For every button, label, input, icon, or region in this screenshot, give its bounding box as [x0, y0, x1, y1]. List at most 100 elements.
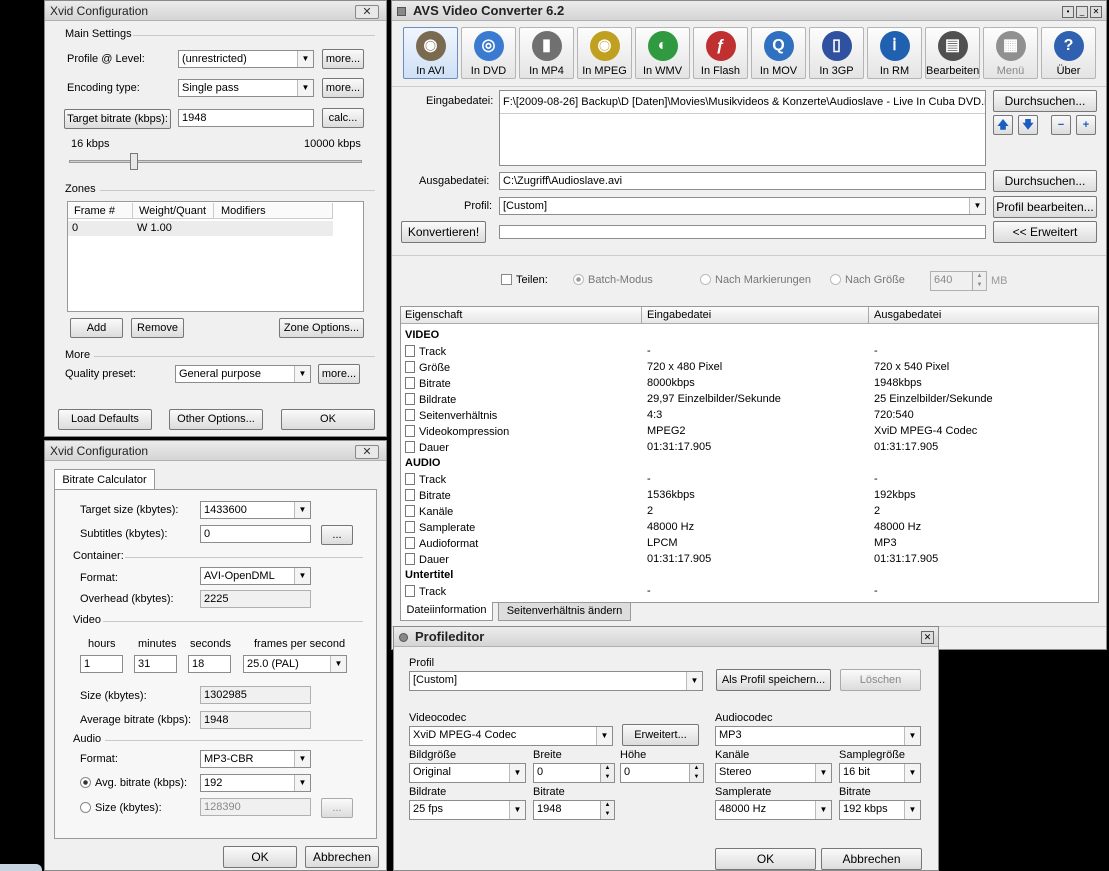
zone-options-button[interactable]: Zone Options...	[279, 318, 364, 338]
table-row[interactable]: Videokompression MPEG2 XviD MPEG-4 Codec	[401, 423, 1098, 439]
edit-profile-button[interactable]: Profil bearbeiten...	[993, 196, 1097, 218]
move-down-button[interactable]: 🡇	[1018, 115, 1038, 135]
table-row[interactable]: Audioformat LPCM MP3	[401, 535, 1098, 551]
tab-bitrate-calculator[interactable]: Bitrate Calculator	[54, 469, 155, 490]
tool--ber-button[interactable]: ? Über	[1041, 27, 1096, 79]
remove-file-button[interactable]: −	[1051, 115, 1071, 135]
fps-select[interactable]: 25.0 (PAL) ▼	[243, 655, 347, 673]
add-zone-button[interactable]: Add	[70, 318, 123, 338]
quality-preset-select[interactable]: General purpose ▼	[175, 365, 311, 383]
videocodec-select[interactable]: XviD MPEG-4 Codec ▼	[409, 726, 613, 746]
table-row[interactable]: Bitrate 8000kbps 1948kbps	[401, 375, 1098, 391]
zones-table[interactable]: Frame # Weight/Quant Modifiers 0 W 1.00	[67, 201, 364, 312]
save-profile-button[interactable]: Als Profil speichern...	[716, 669, 831, 691]
split-checkbox[interactable]: Teilen:	[501, 274, 548, 287]
ok-button[interactable]: OK	[223, 846, 297, 868]
tool-in-mpeg-button[interactable]: ◉ In MPEG	[577, 27, 632, 79]
menu-button[interactable]: •	[1062, 6, 1074, 18]
ok-button[interactable]: OK	[281, 409, 375, 430]
container-format-select[interactable]: AVI-OpenDML ▼	[200, 567, 311, 585]
tool-in-avi-button[interactable]: ◉ In AVI	[403, 27, 458, 79]
cancel-button[interactable]: Abbrechen	[821, 848, 922, 870]
table-row[interactable]: Track - -	[401, 343, 1098, 359]
subtitles-browse-button[interactable]: ...	[321, 525, 353, 545]
sample-size-select[interactable]: 16 bit ▼	[839, 763, 921, 783]
tab-file-info[interactable]: Dateiinformation	[400, 602, 493, 621]
bitrate-slider-thumb[interactable]	[130, 153, 138, 170]
bitrate-slider-track[interactable]	[69, 160, 362, 163]
tool-in-mp4-button[interactable]: ▮ In MP4	[519, 27, 574, 79]
input-file-box[interactable]: F:\[2009-08-26] Backup\D [Daten]\Movies\…	[499, 90, 986, 166]
encoding-type-select[interactable]: Single pass ▼	[178, 79, 314, 97]
tab-aspect-ratio[interactable]: Seitenverhältnis ändern	[498, 602, 631, 621]
tool-in-mov-button[interactable]: Q In MOV	[751, 27, 806, 79]
tool-in-wmv-button[interactable]: ◐ In WMV	[635, 27, 690, 79]
close-button[interactable]: ✕	[1090, 6, 1102, 18]
calc-button[interactable]: calc...	[322, 108, 364, 128]
other-options-button[interactable]: Other Options...	[169, 409, 263, 430]
table-row[interactable]: Bildrate 29,97 Einzelbilder/Sekunde 25 Ein…	[401, 391, 1098, 407]
table-row[interactable]: Kanäle 2 2	[401, 503, 1098, 519]
cancel-button[interactable]: Abbrechen	[305, 846, 379, 868]
profile-select[interactable]: [Custom] ▼	[409, 671, 703, 691]
advanced-button[interactable]: << Erweitert	[993, 221, 1097, 243]
width-input[interactable]: 0 ▲ ▼	[533, 763, 615, 783]
seconds-input[interactable]: 18	[188, 655, 231, 673]
table-row[interactable]: Dauer 01:31:17.905 01:31:17.905	[401, 439, 1098, 455]
zone-row[interactable]: 0 W 1.00	[68, 221, 333, 236]
tool-in-flash-button[interactable]: ƒ In Flash	[693, 27, 748, 79]
table-row[interactable]: Samplerate 48000 Hz 48000 Hz	[401, 519, 1098, 535]
minutes-input[interactable]: 31	[134, 655, 177, 673]
profile-select[interactable]: [Custom] ▼	[499, 197, 986, 215]
channels-select[interactable]: Stereo ▼	[715, 763, 832, 783]
codec-advanced-button[interactable]: Erweitert...	[622, 724, 699, 746]
tool-in-rm-button[interactable]: ⅰ In RM	[867, 27, 922, 79]
close-button[interactable]: ✕	[355, 445, 379, 459]
ok-button[interactable]: OK	[715, 848, 816, 870]
tool-bearbeiten-button[interactable]: ▤ Bearbeiten	[925, 27, 980, 79]
audio-bitrate-select[interactable]: 192 kbps ▼	[839, 800, 921, 820]
app-menu-icon[interactable]	[397, 7, 406, 16]
spin-icon[interactable]: ▲ ▼	[689, 764, 703, 782]
minimize-button[interactable]: _	[1076, 6, 1088, 18]
height-input[interactable]: 0 ▲ ▼	[620, 763, 704, 783]
audio-format-select[interactable]: MP3-CBR ▼	[200, 750, 311, 768]
profile-more-button[interactable]: more...	[322, 49, 364, 69]
video-bitrate-input[interactable]: 1948 ▲ ▼	[533, 800, 615, 820]
audio-size-radio[interactable]: Size (kbytes):	[80, 802, 162, 815]
target-bitrate-input[interactable]: 1948	[178, 109, 314, 127]
convert-button[interactable]: Konvertieren!	[401, 221, 486, 243]
target-bitrate-button[interactable]: Target bitrate (kbps):	[64, 109, 171, 129]
samplerate-select[interactable]: 48000 Hz ▼	[715, 800, 832, 820]
avg-bitrate-radio[interactable]: Avg. bitrate (kbps):	[80, 777, 187, 790]
subtitles-input[interactable]: 0	[200, 525, 311, 543]
frame-size-select[interactable]: Original ▼	[409, 763, 526, 783]
encoding-more-button[interactable]: more...	[322, 78, 364, 98]
hours-input[interactable]: 1	[80, 655, 123, 673]
move-up-button[interactable]: 🡅	[993, 115, 1013, 135]
table-row[interactable]: Seitenverhältnis 4:3 720:540	[401, 407, 1098, 423]
audiocodec-select[interactable]: MP3 ▼	[715, 726, 921, 746]
output-file-input[interactable]: C:\Zugriff\Audioslave.avi	[499, 172, 986, 190]
table-row[interactable]: Track - -	[401, 583, 1098, 599]
app-menu-icon[interactable]	[399, 633, 408, 642]
load-defaults-button[interactable]: Load Defaults	[58, 409, 152, 430]
table-row[interactable]: Größe 720 x 480 Pixel 720 x 540 Pixel	[401, 359, 1098, 375]
tool-in-3gp-button[interactable]: ▯ In 3GP	[809, 27, 864, 79]
table-row[interactable]: Dauer 01:31:17.905 01:31:17.905	[401, 551, 1098, 567]
framerate-select[interactable]: 25 fps ▼	[409, 800, 526, 820]
audio-bitrate-select[interactable]: 192 ▼	[200, 774, 311, 792]
remove-zone-button[interactable]: Remove	[131, 318, 184, 338]
target-size-select[interactable]: 1433600 ▼	[200, 501, 311, 519]
spin-icon[interactable]: ▲ ▼	[600, 764, 614, 782]
table-row[interactable]: Track - -	[401, 471, 1098, 487]
input-browse-button[interactable]: Durchsuchen...	[993, 90, 1097, 112]
table-row[interactable]: Bitrate 1536kbps 192kbps	[401, 487, 1098, 503]
spin-icon[interactable]: ▲ ▼	[600, 801, 614, 819]
tool-in-dvd-button[interactable]: ◎ In DVD	[461, 27, 516, 79]
close-button[interactable]: ✕	[355, 5, 379, 19]
output-browse-button[interactable]: Durchsuchen...	[993, 170, 1097, 192]
profile-level-select[interactable]: (unrestricted) ▼	[178, 50, 314, 68]
add-file-button[interactable]: +	[1076, 115, 1096, 135]
close-button[interactable]: ✕	[921, 631, 934, 644]
